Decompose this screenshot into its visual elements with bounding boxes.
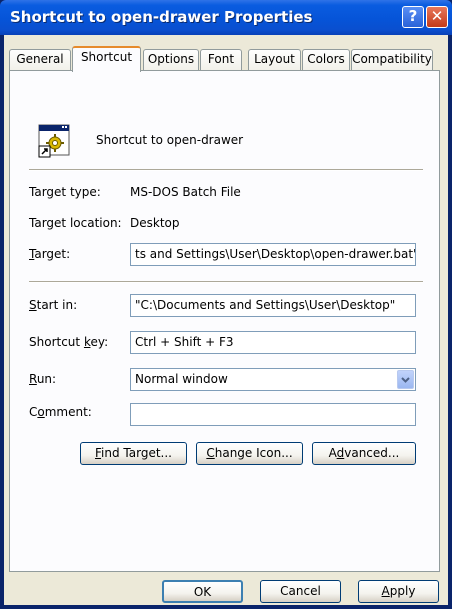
target-location-label: Target location: (29, 216, 122, 230)
shortcut-name: Shortcut to open-drawer (96, 133, 244, 147)
find-target-button[interactable]: Find Target... (80, 442, 187, 465)
tab-font[interactable]: Font (200, 49, 242, 70)
tab-shortcut[interactable]: Shortcut (72, 46, 141, 72)
target-label: Target: (29, 247, 71, 261)
run-select[interactable]: Normal window (130, 368, 416, 391)
target-location-value: Desktop (130, 216, 180, 230)
advanced-button[interactable]: Advanced... (312, 442, 416, 465)
help-button[interactable]: ? (402, 6, 424, 28)
comment-input[interactable] (130, 403, 416, 426)
tab-options[interactable]: Options (143, 49, 199, 70)
target-type-label: Target type: (29, 185, 101, 199)
start-in-input[interactable]: "C:\Documents and Settings\User\Desktop" (130, 294, 416, 317)
apply-button[interactable]: Apply (358, 580, 439, 603)
run-label: Run: (29, 372, 57, 386)
tab-compatibility[interactable]: Compatibility (351, 49, 433, 70)
tab-colors[interactable]: Colors (302, 49, 350, 70)
separator (29, 281, 423, 283)
dropdown-arrow-button[interactable] (397, 370, 414, 389)
target-input[interactable]: ts and Settings\User\Desktop\open-drawer… (130, 243, 416, 266)
batch-file-icon (38, 124, 72, 158)
run-select-value: Normal window (135, 372, 228, 386)
close-button[interactable]: ✕ (426, 6, 448, 28)
tab-layout[interactable]: Layout (248, 49, 301, 70)
shortcut-key-input[interactable]: Ctrl + Shift + F3 (130, 331, 416, 354)
target-type-value: MS-DOS Batch File (130, 185, 241, 199)
comment-label: Comment: (29, 405, 92, 419)
shortcut-key-label: Shortcut key: (29, 335, 109, 349)
properties-window: Shortcut to open-drawer Properties ? ✕ G… (0, 0, 452, 609)
cancel-button[interactable]: Cancel (260, 580, 341, 603)
shortcut-tab-panel: Shortcut to open-drawer Target type: MS-… (9, 70, 440, 572)
tab-general[interactable]: General (9, 49, 71, 70)
chevron-down-icon (401, 377, 410, 383)
title-bar[interactable]: Shortcut to open-drawer Properties ? ✕ (0, 0, 452, 35)
ok-button[interactable]: OK (162, 580, 243, 603)
change-icon-button[interactable]: Change Icon... (196, 442, 303, 465)
start-in-label: Start in: (29, 298, 78, 312)
dialog-body: General Shortcut Options Font Layout Col… (4, 35, 448, 605)
separator (29, 169, 423, 171)
window-title: Shortcut to open-drawer Properties (10, 8, 313, 26)
